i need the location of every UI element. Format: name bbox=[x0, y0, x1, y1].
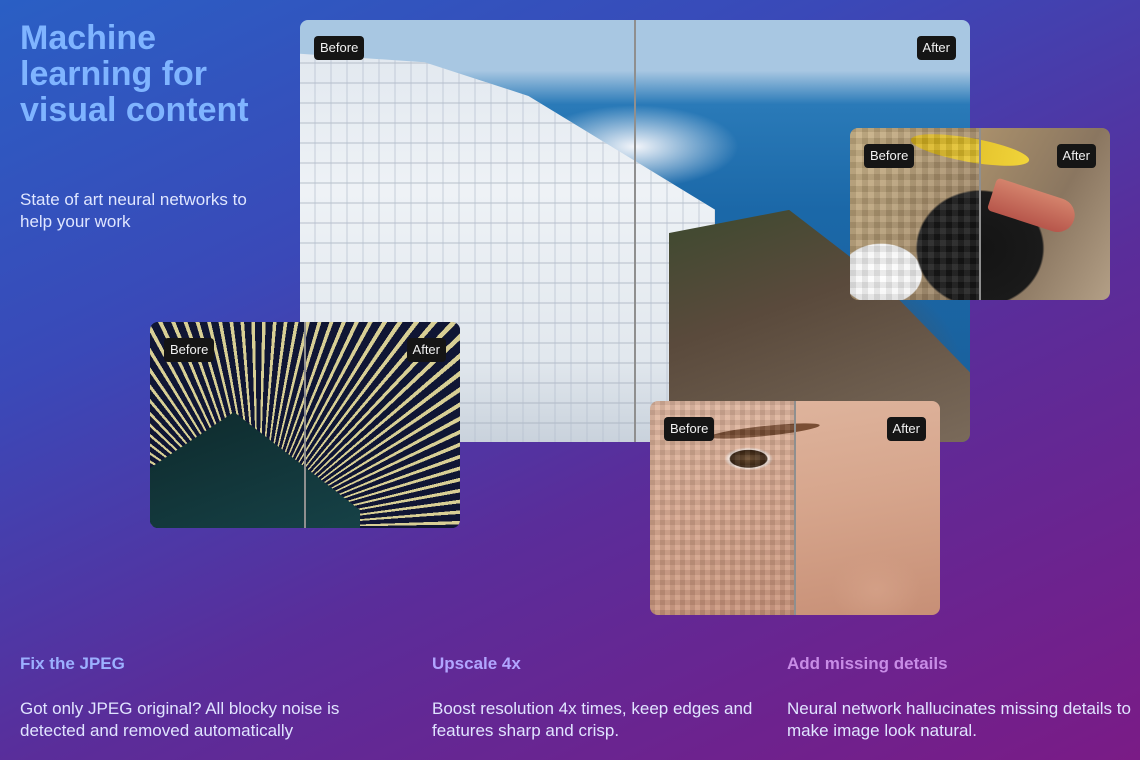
after-badge: After bbox=[886, 417, 926, 441]
after-badge: After bbox=[1056, 144, 1096, 168]
before-badge: Before bbox=[314, 36, 365, 60]
penguin-comparison-image[interactable]: Before After bbox=[850, 128, 1110, 300]
feature-description: Got only JPEG original? All blocky noise… bbox=[20, 699, 340, 740]
before-badge: Before bbox=[164, 338, 215, 362]
face-comparison-image[interactable]: Before After bbox=[650, 401, 940, 615]
after-badge: After bbox=[406, 338, 446, 362]
light-rays-comparison-image[interactable]: Before After bbox=[150, 322, 460, 528]
feature-add-missing-details: Add missing details Neural network hallu… bbox=[787, 654, 1140, 742]
before-badge: Before bbox=[864, 144, 915, 168]
hero-title: Machine learning for visual content bbox=[20, 19, 249, 129]
comparison-slider-handle[interactable] bbox=[304, 322, 306, 528]
feature-title: Fix the JPEG bbox=[20, 654, 125, 673]
after-badge: After bbox=[916, 36, 956, 60]
feature-description: Neural network hallucinates missing deta… bbox=[787, 699, 1131, 740]
feature-fix-jpeg: Fix the JPEG Got only JPEG original? All… bbox=[20, 654, 390, 742]
feature-upscale-4x: Upscale 4x Boost resolution 4x times, ke… bbox=[432, 654, 762, 742]
comparison-slider-handle[interactable] bbox=[794, 401, 796, 615]
feature-title: Add missing details bbox=[787, 654, 948, 673]
comparison-slider-handle[interactable] bbox=[634, 20, 636, 442]
feature-title: Upscale 4x bbox=[432, 654, 521, 673]
feature-description: Boost resolution 4x times, keep edges an… bbox=[432, 699, 753, 740]
comparison-slider-handle[interactable] bbox=[979, 128, 981, 300]
hero-subtitle: State of art neural networks to help you… bbox=[20, 190, 247, 231]
before-badge: Before bbox=[664, 417, 715, 441]
